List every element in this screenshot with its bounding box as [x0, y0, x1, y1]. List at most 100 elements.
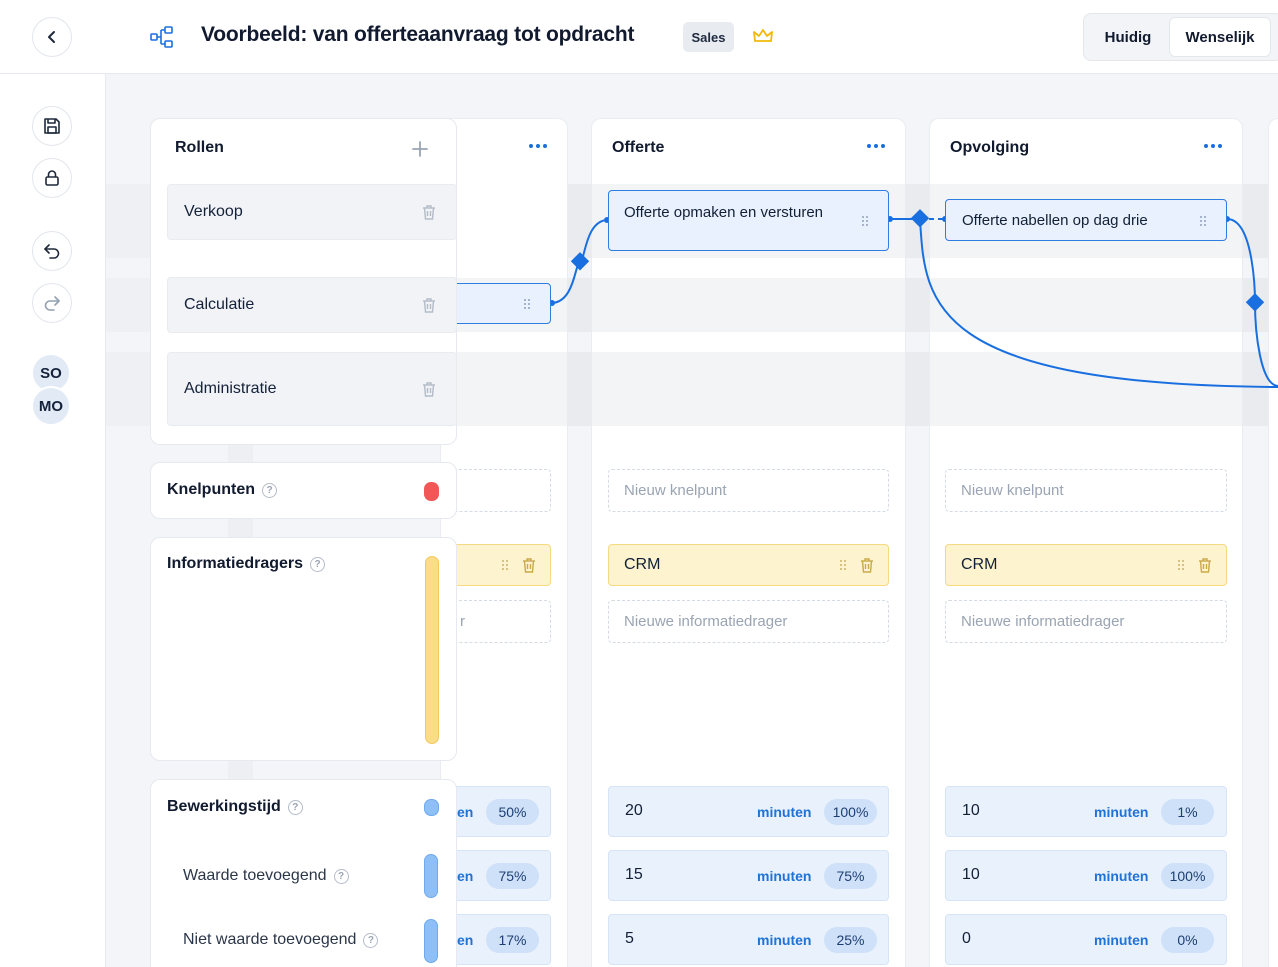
panel-connector [228, 760, 253, 780]
time-unit: en [457, 804, 474, 820]
knelpunten-panel: Knelpunten ? [150, 462, 457, 519]
informatiedragers-title: Informatiedragers ? [167, 555, 326, 573]
time-total[interactable]: 10 minuten 1% [945, 786, 1227, 837]
info-carrier-card[interactable]: CRM [608, 544, 889, 586]
page-title: Voorbeeld: van offerteaanvraag tot opdra… [201, 23, 635, 46]
time-percent: 25% [824, 927, 877, 953]
time-value-adding[interactable]: 10 minuten 100% [945, 850, 1227, 901]
left-toolbar [0, 74, 106, 967]
process-flow-icon [150, 26, 173, 48]
niet-waarde-toevoegend-label: Niet waarde toevoegend ? [183, 931, 379, 949]
time-total[interactable]: 20 minuten 100% [608, 786, 889, 837]
trash-icon[interactable] [1197, 557, 1213, 574]
task-label: Offerte nabellen op dag drie [962, 212, 1148, 229]
trash-icon[interactable] [521, 557, 537, 574]
avatar[interactable]: MO [31, 386, 71, 426]
info-carrier-input[interactable]: Nieuwe informatiedrager [608, 600, 889, 643]
time-percent: 0% [1161, 927, 1214, 953]
panel-connector [228, 518, 253, 538]
time-value: 0 [962, 930, 971, 947]
drag-handle-icon[interactable] [523, 298, 531, 310]
drag-handle-icon[interactable] [861, 215, 869, 227]
undo-button[interactable] [32, 231, 72, 271]
time-value: 15 [625, 866, 643, 883]
info-carrier-label: CRM [624, 556, 661, 573]
section-label: Knelpunten [167, 481, 255, 498]
task-label: Offerte opmaken en versturen [624, 204, 823, 221]
chevron-left-icon [48, 31, 55, 43]
waarde-toevoegend-label: Waarde toevoegend ? [183, 867, 349, 885]
time-non-value-adding[interactable]: 5 minuten 25% [608, 914, 889, 965]
diamond-node [570, 252, 590, 271]
sub-label-text: Waarde toevoegend [183, 867, 327, 884]
save-button[interactable] [32, 106, 72, 146]
info-carrier-card[interactable]: CRM [945, 544, 1227, 586]
lock-button[interactable] [32, 158, 72, 198]
help-icon[interactable]: ? [287, 799, 303, 815]
time-value: 5 [625, 930, 634, 947]
time-percent: 100% [824, 799, 877, 825]
help-icon[interactable]: ? [333, 868, 349, 884]
drag-handle-icon[interactable] [839, 559, 847, 571]
trash-icon[interactable] [421, 297, 437, 314]
info-carrier-input[interactable]: Nieuwe informatiedrager [945, 600, 1227, 643]
section-label: Bewerkingstijd [167, 798, 281, 815]
info-carrier-label: CRM [961, 556, 998, 573]
time-unit: minuten [1094, 868, 1149, 884]
knelpunt-input[interactable]: Nieuw knelpunt [608, 469, 889, 512]
lock-icon [45, 170, 59, 186]
drag-handle-icon[interactable] [1199, 215, 1207, 227]
redo-button[interactable] [32, 283, 72, 323]
time-unit: minuten [1094, 932, 1149, 948]
trash-icon[interactable] [859, 557, 875, 574]
role-label: Verkoop [184, 203, 243, 220]
trash-icon[interactable] [421, 381, 437, 398]
time-value: 20 [625, 802, 643, 819]
info-indicator [425, 556, 439, 744]
value-adding-indicator [424, 854, 438, 898]
bewerkingstijd-title: Bewerkingstijd ? [167, 798, 303, 816]
roles-title: Rollen [175, 139, 224, 156]
time-unit: en [457, 932, 474, 948]
section-label: Informatiedragers [167, 555, 304, 572]
diamond-node [1245, 293, 1265, 312]
bewerkingstijd-panel: Bewerkingstijd ? Waarde toevoegend ? Nie… [150, 779, 457, 967]
toggle-wenselijk[interactable]: Wenselijk [1169, 17, 1271, 57]
role-row-administratie[interactable]: Administratie [167, 352, 457, 426]
knelpunten-title: Knelpunten ? [167, 481, 277, 499]
drag-handle-icon[interactable] [1177, 559, 1185, 571]
plus-icon[interactable] [411, 140, 429, 158]
roles-panel: Rollen Verkoop Calculatie Administratie [150, 118, 457, 445]
toggle-huidig[interactable]: Huidig [1088, 17, 1168, 57]
view-toggle: Huidig Wenselijk [1083, 13, 1278, 61]
time-percent: 100% [1161, 863, 1214, 889]
task-card-opvolging[interactable]: Offerte nabellen op dag drie [945, 199, 1227, 241]
time-non-value-adding[interactable]: 0 minuten 0% [945, 914, 1227, 965]
redo-icon [44, 296, 60, 311]
undo-icon [44, 244, 60, 259]
help-icon[interactable]: ? [262, 482, 277, 498]
role-label: Calculatie [184, 296, 255, 313]
category-badge: Sales [683, 22, 734, 52]
knelpunt-indicator [424, 482, 439, 501]
time-value-adding[interactable]: 15 minuten 75% [608, 850, 889, 901]
panel-connector [228, 444, 253, 464]
back-button[interactable] [32, 17, 72, 57]
task-card-offerte[interactable]: Offerte opmaken en versturen [608, 190, 889, 251]
knelpunt-input[interactable]: Nieuw knelpunt [945, 469, 1227, 512]
help-icon[interactable]: ? [310, 556, 326, 572]
non-value-adding-indicator [424, 919, 438, 963]
time-unit: minuten [757, 932, 812, 948]
diamond-node [910, 209, 930, 228]
save-icon [44, 118, 60, 134]
drag-handle-icon[interactable] [501, 559, 509, 571]
time-value: 10 [962, 802, 980, 819]
time-percent: 75% [824, 863, 877, 889]
time-unit: minuten [757, 804, 812, 820]
role-row-calculatie[interactable]: Calculatie [167, 277, 457, 333]
time-percent: 75% [486, 863, 539, 889]
sub-label-text: Niet waarde toevoegend [183, 931, 357, 948]
role-row-verkoop[interactable]: Verkoop [167, 184, 457, 240]
help-icon[interactable]: ? [363, 932, 379, 948]
trash-icon[interactable] [421, 204, 437, 221]
